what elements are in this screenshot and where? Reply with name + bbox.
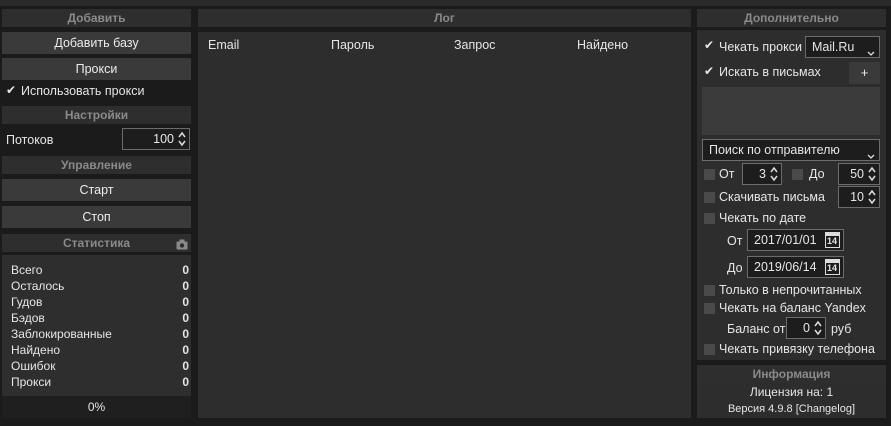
provider-select[interactable]: Mail.Ru — [805, 36, 880, 58]
threads-label: Потоков — [6, 133, 54, 147]
yandex-balance-checkbox[interactable] — [704, 303, 715, 314]
search-mails-label: Искать в письмах — [719, 65, 821, 79]
date-to-label: До — [727, 261, 743, 275]
stat-row: Гудов 0 — [11, 295, 189, 309]
stats-panel: Всего 0 Осталось 0 Гудов 0 Бэдов 0 Заблокиро… — [2, 255, 191, 418]
download-mails-checkbox[interactable] — [704, 192, 715, 203]
from-count-checkbox[interactable] — [704, 169, 715, 180]
stat-row: Прокси 0 — [11, 375, 189, 389]
date-from-field[interactable]: 2017/01/01 14 — [747, 229, 844, 251]
log-table[interactable]: Email Пароль Запрос Найдено — [198, 32, 691, 418]
to-count-label: До — [809, 167, 825, 181]
use-proxy-checkbox[interactable] — [6, 83, 17, 97]
stat-row: Бэдов 0 — [11, 311, 189, 325]
date-from-label: От — [727, 234, 743, 248]
calendar-icon[interactable]: 14 — [825, 259, 840, 275]
info-header: Информация — [697, 365, 886, 383]
camera-icon[interactable] — [176, 237, 188, 250]
stats-header-title: Статистика — [62, 236, 131, 250]
date-to-field[interactable]: 2019/06/14 14 — [747, 256, 844, 278]
threads-value: 100 — [153, 132, 174, 146]
progress-bar: 0% — [2, 396, 191, 418]
check-proxy-checkbox[interactable] — [704, 38, 715, 52]
spin-arrows-icon[interactable] — [813, 319, 823, 337]
check-proxy-label: Чекать прокси — [719, 40, 802, 54]
unread-only-checkbox[interactable] — [704, 285, 715, 296]
spin-arrows-icon[interactable] — [769, 165, 779, 183]
add-header: Добавить — [2, 9, 191, 27]
stat-row: Всего 0 — [11, 263, 189, 277]
currency-label: руб — [831, 322, 852, 336]
check-by-date-checkbox[interactable] — [704, 213, 715, 224]
phone-binding-checkbox[interactable] — [704, 344, 715, 355]
info-panel: Лицензия на: 1 Версия 4.9.8 [Changelog] — [697, 383, 886, 418]
stat-row: Ошибок 0 — [11, 359, 189, 373]
download-count-value: 10 — [850, 190, 864, 204]
download-mails-label: Скачивать письма — [719, 190, 825, 204]
log-header: Лог — [198, 9, 691, 27]
stat-row: Осталось 0 — [11, 279, 189, 293]
control-header: Управление — [2, 156, 191, 174]
license-text: Лицензия на: 1 — [749, 385, 834, 399]
download-count-spinbox[interactable]: 10 — [838, 186, 880, 208]
stat-row: Найдено 0 — [11, 343, 189, 357]
stat-row: Заблокированные 0 — [11, 327, 189, 341]
balance-value: 0 — [803, 321, 810, 335]
check-by-date-label: Чекать по дате — [719, 211, 807, 225]
log-column-request[interactable]: Запрос — [454, 38, 495, 52]
stop-button[interactable]: Стоп — [2, 206, 191, 228]
to-count-value: 50 — [850, 167, 864, 181]
unread-only-label: Только в непрочитанных — [719, 283, 862, 297]
spin-arrows-icon[interactable] — [867, 165, 877, 183]
from-count-value: 3 — [759, 167, 766, 181]
date-to-value: 2019/06/14 — [754, 260, 817, 274]
search-mode-select[interactable]: Поиск по отправителю — [702, 139, 880, 161]
phone-binding-label: Чекать привязку телефона — [719, 342, 875, 356]
spin-arrows-icon[interactable] — [867, 188, 877, 206]
proxy-button[interactable]: Прокси — [2, 58, 191, 80]
to-count-checkbox[interactable] — [792, 169, 803, 180]
balance-spinbox[interactable]: 0 — [786, 317, 826, 339]
add-keyword-button[interactable]: + — [849, 62, 880, 84]
log-column-email[interactable]: Email — [208, 38, 239, 52]
stats-header: Статистика — [2, 234, 191, 252]
search-mails-checkbox[interactable] — [704, 64, 715, 78]
version-text[interactable]: Версия 4.9.8 [Changelog] — [697, 403, 886, 415]
balance-from-label: Баланс от — [727, 322, 786, 336]
log-column-found[interactable]: Найдено — [577, 38, 628, 52]
chevron-down-icon — [867, 43, 875, 63]
calendar-icon[interactable]: 14 — [825, 232, 840, 248]
add-base-button[interactable]: Добавить базу — [2, 32, 191, 54]
top-strip — [0, 0, 891, 6]
threads-spinbox[interactable]: 100 — [122, 128, 190, 150]
keywords-textarea[interactable] — [702, 87, 880, 135]
extra-header: Дополнительно — [697, 9, 886, 27]
spin-arrows-icon[interactable] — [177, 130, 187, 148]
use-proxy-label: Использовать прокси — [21, 84, 145, 98]
date-from-value: 2017/01/01 — [754, 233, 817, 247]
yandex-balance-label: Чекать на баланс Yandex — [719, 301, 866, 315]
settings-header: Настройки — [2, 106, 191, 124]
search-mode-value: Поиск по отправителю — [709, 143, 840, 157]
from-count-spinbox[interactable]: 3 — [742, 163, 782, 185]
progress-text: 0% — [87, 400, 106, 414]
provider-value: Mail.Ru — [812, 40, 855, 54]
log-column-password[interactable]: Пароль — [331, 38, 374, 52]
start-button[interactable]: Старт — [2, 179, 191, 201]
to-count-spinbox[interactable]: 50 — [838, 163, 880, 185]
from-count-label: От — [719, 167, 735, 181]
